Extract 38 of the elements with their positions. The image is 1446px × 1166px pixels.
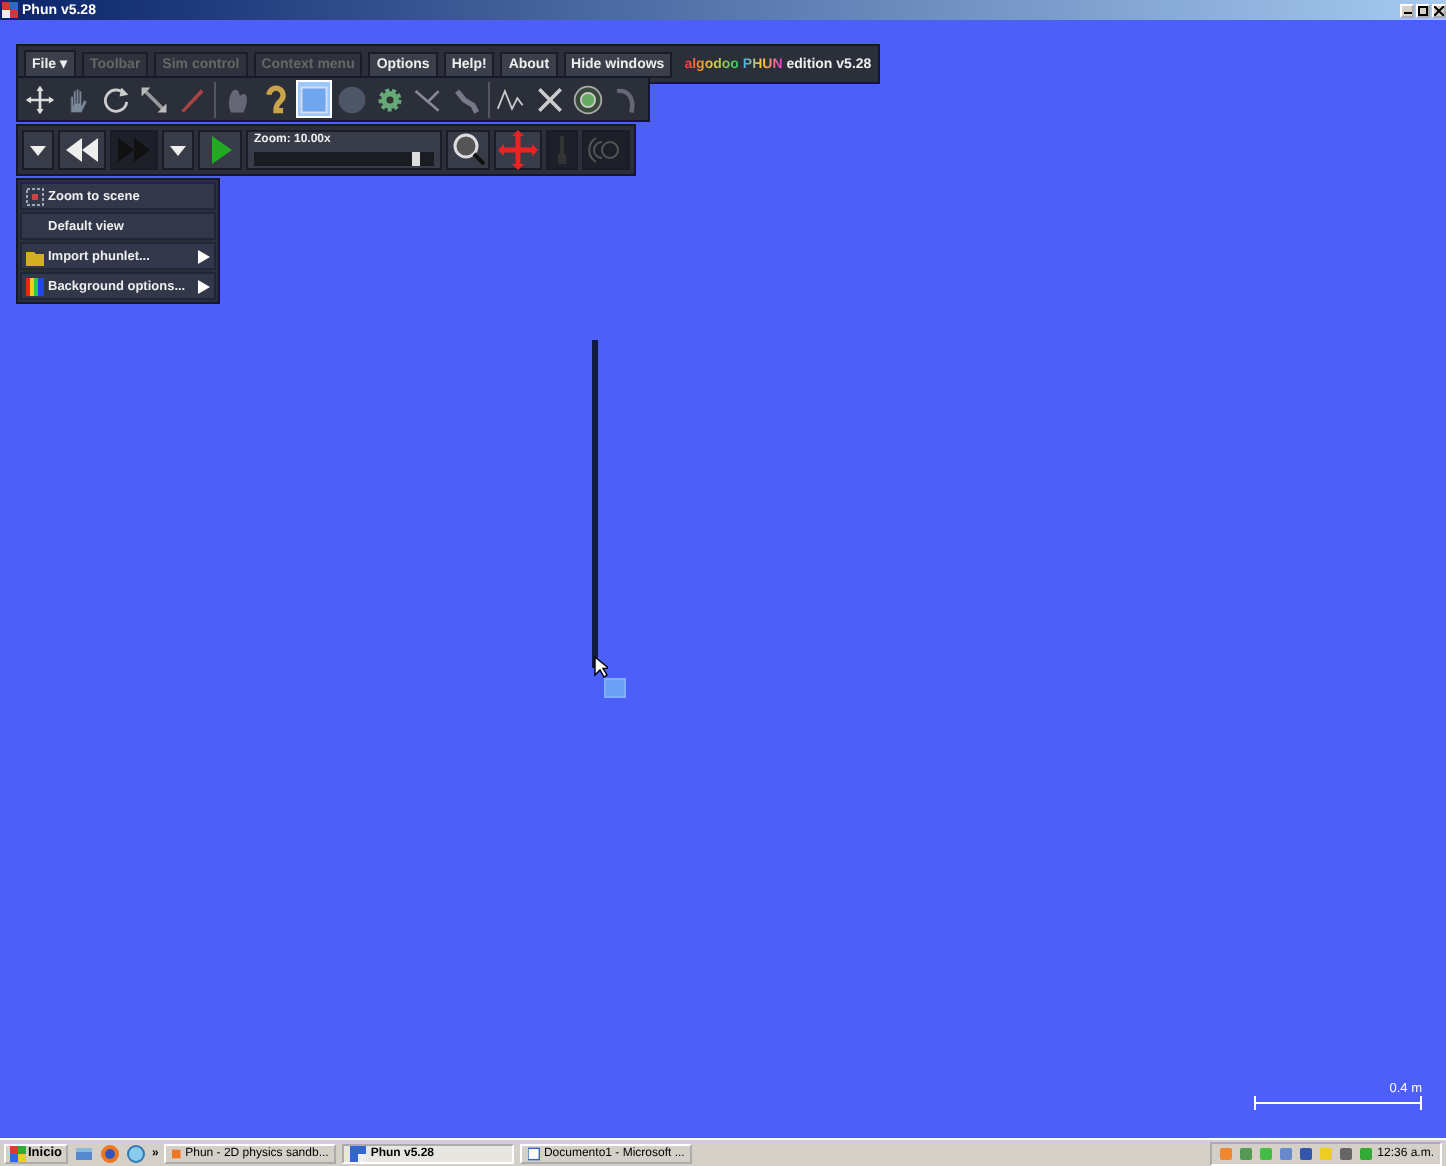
rewind-button[interactable] [58, 130, 106, 170]
zoom-slider[interactable] [254, 152, 434, 166]
dropdown-button[interactable] [162, 130, 194, 170]
zoom-icon [26, 187, 44, 205]
app-icon [2, 2, 18, 18]
wheel-icon [572, 81, 604, 117]
square-icon [298, 81, 330, 117]
cursor-icon [594, 656, 608, 678]
tool-button[interactable] [570, 80, 606, 118]
globe-icon[interactable] [99, 1143, 120, 1163]
crosshair-icon [498, 130, 538, 170]
submenu-arrow-icon [198, 279, 210, 293]
dropdown-button[interactable] [22, 130, 54, 170]
box-shape [604, 678, 626, 698]
windows-logo-icon [10, 1145, 26, 1161]
magnifier-button[interactable] [446, 130, 490, 170]
play-button[interactable] [198, 130, 242, 170]
folder-icon [26, 247, 44, 265]
slider-thumb[interactable] [412, 152, 420, 166]
desktop-icon[interactable] [73, 1143, 94, 1163]
circle-icon [336, 81, 368, 117]
close-button[interactable] [1432, 3, 1446, 17]
submenu-arrow-icon [198, 249, 210, 263]
crosshair-icon [24, 81, 56, 117]
scale-bar-icon [1254, 1096, 1422, 1110]
window-icon [528, 1145, 540, 1161]
close-icon [1434, 5, 1444, 15]
minimize-button[interactable] [1400, 3, 1414, 17]
window-icon [172, 1145, 182, 1161]
browser-icon[interactable] [125, 1143, 146, 1163]
dropdown-icon [170, 145, 186, 155]
color-bars-icon [26, 277, 44, 295]
maximize-button[interactable] [1416, 3, 1430, 17]
magnifier-icon [450, 130, 486, 170]
window-icon [350, 1145, 367, 1161]
dropdown-icon [30, 145, 46, 155]
hook-icon [260, 81, 292, 117]
crosshair-button[interactable] [494, 130, 542, 170]
